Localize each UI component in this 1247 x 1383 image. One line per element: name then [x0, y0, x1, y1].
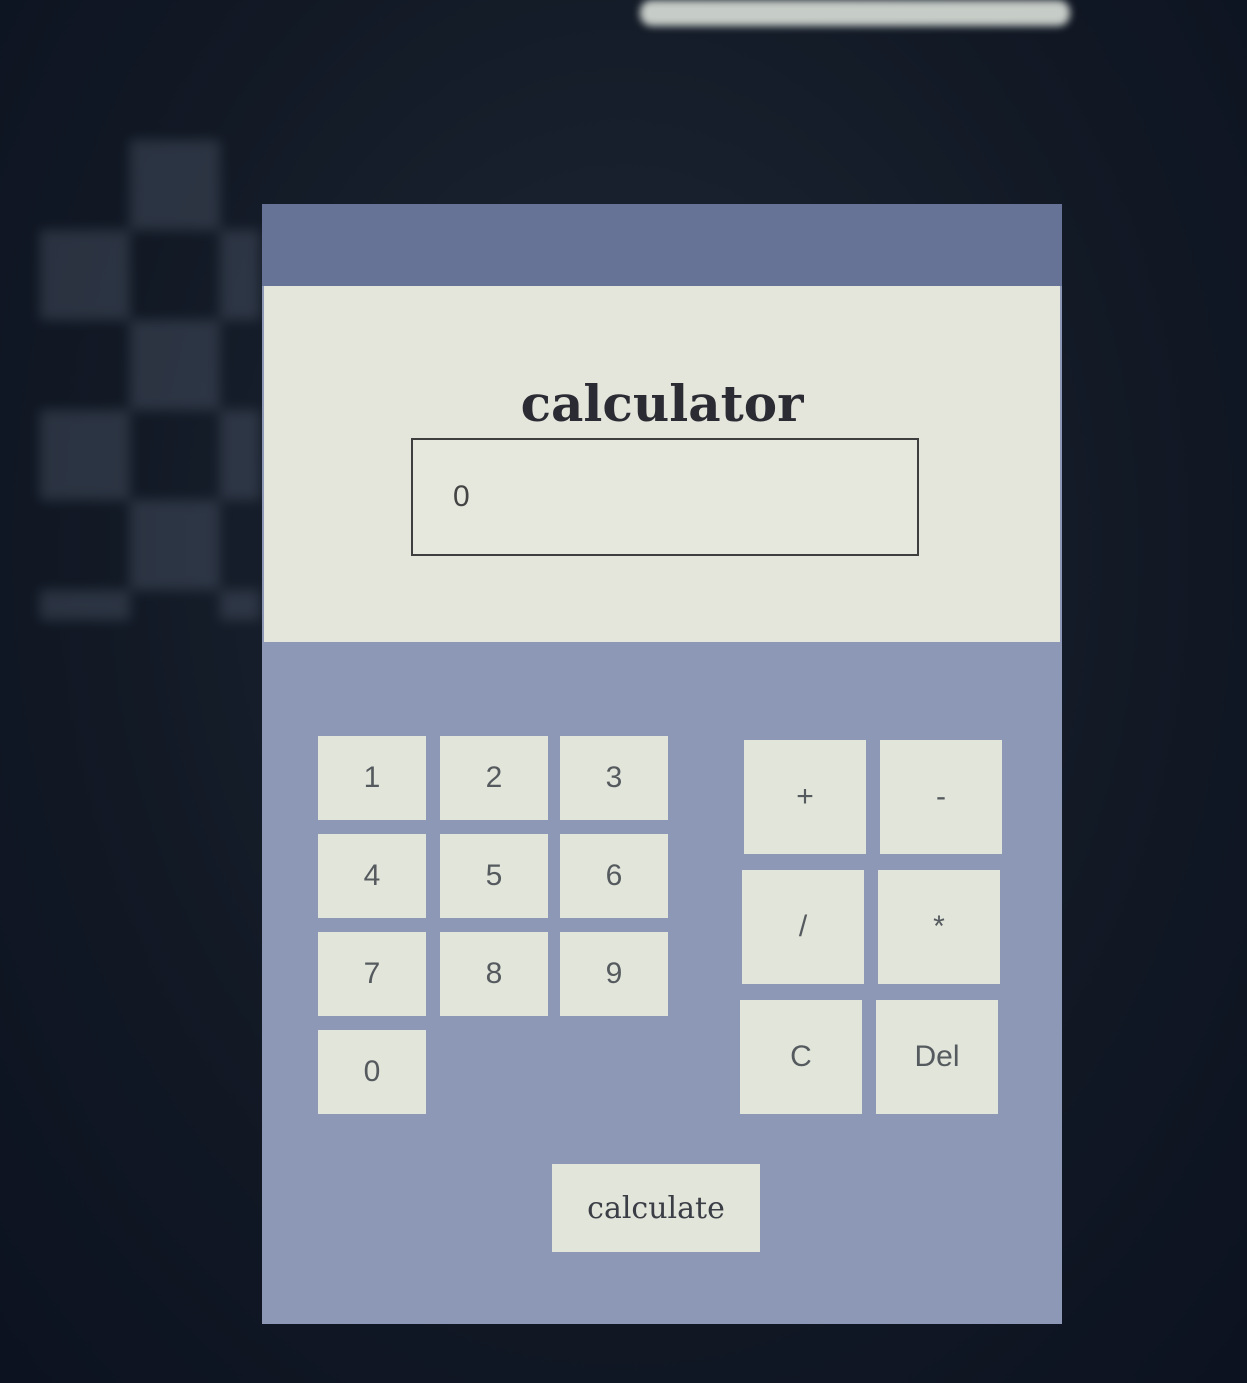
calculator-window: calculator 0 1 2 3 4 5 6 7 8 9 0 + - / *…: [262, 204, 1062, 1324]
calculator-header: calculator 0: [264, 286, 1060, 642]
digit-button-5[interactable]: 5: [440, 834, 548, 918]
digit-button-6[interactable]: 6: [560, 834, 668, 918]
digit-button-9[interactable]: 9: [560, 932, 668, 1016]
background-reflection: [40, 140, 260, 620]
calculate-button[interactable]: calculate: [552, 1164, 760, 1252]
delete-button[interactable]: Del: [876, 1000, 998, 1114]
digit-button-3[interactable]: 3: [560, 736, 668, 820]
minus-button[interactable]: -: [880, 740, 1002, 854]
digit-button-2[interactable]: 2: [440, 736, 548, 820]
multiply-button[interactable]: *: [878, 870, 1000, 984]
result-display[interactable]: 0: [411, 438, 919, 556]
digit-button-4[interactable]: 4: [318, 834, 426, 918]
ceiling-light-reflection: [640, 0, 1070, 26]
page-title: calculator: [520, 374, 804, 433]
digit-button-0[interactable]: 0: [318, 1030, 426, 1114]
window-titlebar: [262, 204, 1062, 286]
digit-button-7[interactable]: 7: [318, 932, 426, 1016]
clear-button[interactable]: C: [740, 1000, 862, 1114]
digit-button-8[interactable]: 8: [440, 932, 548, 1016]
digit-button-1[interactable]: 1: [318, 736, 426, 820]
plus-button[interactable]: +: [744, 740, 866, 854]
divide-button[interactable]: /: [742, 870, 864, 984]
